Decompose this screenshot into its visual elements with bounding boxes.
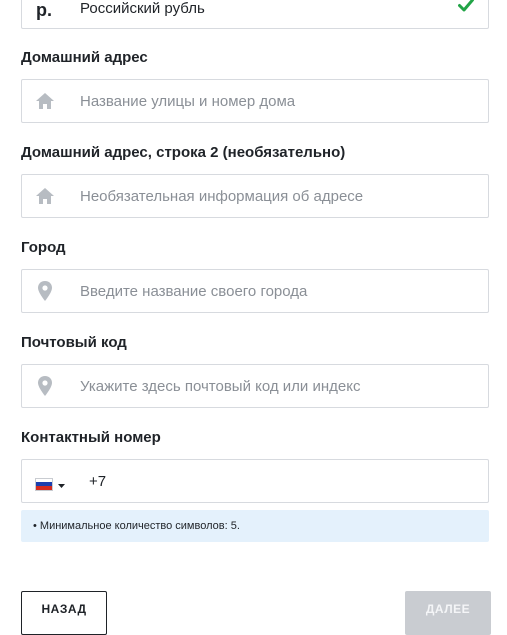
back-button[interactable]: НАЗАД <box>21 591 107 635</box>
address2-field[interactable] <box>21 174 489 218</box>
postal-field[interactable] <box>21 364 489 408</box>
address-input[interactable] <box>80 80 475 122</box>
address-label: Домашний адрес <box>21 49 148 66</box>
russia-flag-icon <box>36 478 52 490</box>
location-pin-icon <box>34 375 56 397</box>
postal-input[interactable] <box>80 365 475 407</box>
check-icon <box>458 0 474 17</box>
phone-label: Контактный номер <box>21 429 161 446</box>
address2-input[interactable] <box>80 175 475 217</box>
city-field[interactable] <box>21 269 489 313</box>
address-field[interactable] <box>21 79 489 123</box>
address2-label: Домашний адрес, строка 2 (необязательно) <box>21 144 346 161</box>
phone-field[interactable] <box>21 459 489 503</box>
home-icon <box>34 90 56 112</box>
currency-symbol: р. <box>36 0 52 20</box>
city-label: Город <box>21 239 66 256</box>
phone-input[interactable] <box>89 460 474 502</box>
currency-name: Российский рубль <box>80 0 205 17</box>
next-button[interactable]: ДАЛЕЕ <box>405 591 491 635</box>
country-select[interactable] <box>36 475 65 493</box>
home-icon <box>34 185 56 207</box>
city-input[interactable] <box>80 270 475 312</box>
postal-label: Почтовый код <box>21 334 127 351</box>
phone-hint: • Минимальное количество символов: 5. <box>21 510 489 542</box>
location-pin-icon <box>34 280 56 302</box>
chevron-down-icon <box>58 475 65 493</box>
currency-field[interactable]: р. Российский рубль <box>21 0 489 29</box>
